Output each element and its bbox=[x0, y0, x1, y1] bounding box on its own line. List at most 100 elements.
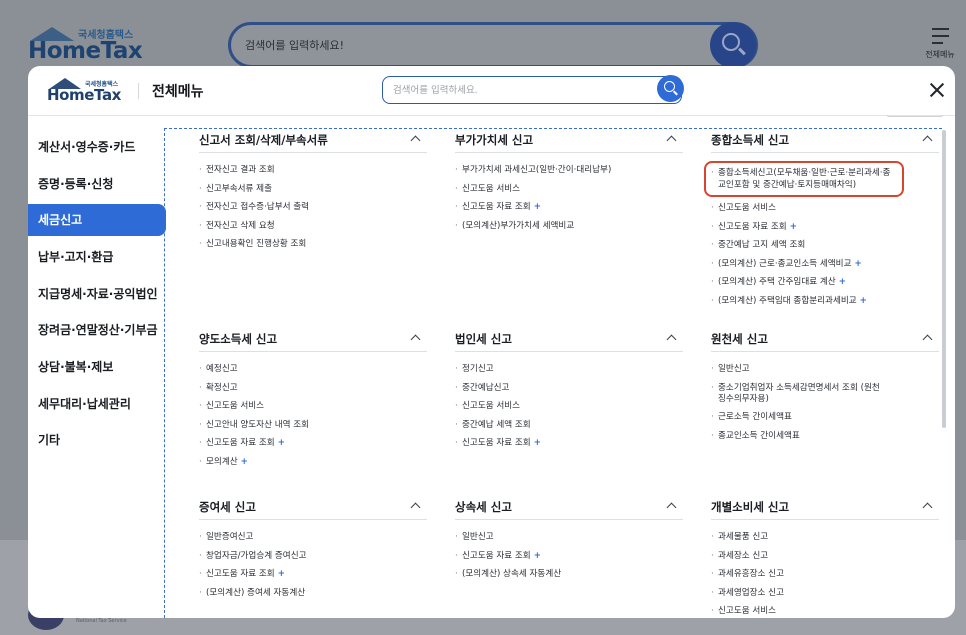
menu-link[interactable]: 신고내용확인 진행상황 조회 bbox=[199, 239, 427, 250]
menu-link[interactable]: 전자신고 접수증·납부서 출력 bbox=[199, 202, 427, 213]
menu-link[interactable]: 과세장소 신고 bbox=[711, 551, 939, 562]
sidebar-item-consult-appeal-report[interactable]: 상담·불복·제보 bbox=[28, 351, 166, 383]
section-title: 상속세 신고 bbox=[455, 500, 512, 514]
hometax-logo[interactable]: 국세청홈택스 HomeTax bbox=[47, 78, 147, 106]
sidebar-item-invoice-receipt-card[interactable]: 계산서·영수증·카드 bbox=[28, 131, 166, 163]
section-withholding-tax: 원천세 신고 일반신고 중소기업취업자 소득세감면명세서 조회 (원천징수의무자… bbox=[711, 328, 939, 449]
sidebar-item-payment-statement-data[interactable]: 지급명세·자료·공익법인 bbox=[28, 278, 166, 310]
menu-link[interactable]: 중간예납신고 bbox=[455, 383, 683, 394]
section-title: 원천세 신고 bbox=[711, 332, 768, 346]
menu-link[interactable]: 확정신고 bbox=[199, 383, 427, 394]
menu-link[interactable]: 종교인소득 간이세액표 bbox=[711, 431, 939, 442]
sidebar-item-certificate-registration[interactable]: 증명·등록·신청 bbox=[28, 168, 166, 200]
menu-link[interactable]: 창업자금/가업승계 증여신고 bbox=[199, 551, 427, 562]
plus-icon[interactable]: + bbox=[534, 551, 541, 561]
menu-link[interactable]: (모의계산) 상속세 자동계산 bbox=[455, 569, 683, 580]
menu-link[interactable]: 전자신고 결과 조회 bbox=[199, 165, 427, 176]
menu-link[interactable]: 정기신고 bbox=[455, 364, 683, 375]
menu-link[interactable]: 일반신고 bbox=[455, 532, 683, 543]
menu-link[interactable]: (모의계산) 주택 간주임대료 계산+ bbox=[711, 277, 939, 288]
plus-icon[interactable]: + bbox=[278, 438, 285, 448]
collapsed-header-button bbox=[887, 115, 943, 117]
menu-link[interactable]: 일반증여신고 bbox=[199, 532, 427, 543]
plus-icon[interactable]: + bbox=[839, 277, 846, 287]
chevron-up-icon[interactable] bbox=[922, 502, 933, 513]
plus-icon[interactable]: + bbox=[534, 202, 541, 212]
sidebar-item-incentive-yearend-donation[interactable]: 장려금·연말정산·기부금 bbox=[28, 314, 166, 346]
menu-link[interactable]: 신고도움 서비스 bbox=[199, 401, 427, 412]
chevron-up-icon[interactable] bbox=[410, 334, 421, 345]
menu-link[interactable]: 신고도움 자료 조회+ bbox=[711, 222, 939, 233]
menu-link[interactable]: 중간예납 세액 조회 bbox=[455, 420, 683, 431]
chevron-up-icon[interactable] bbox=[410, 502, 421, 513]
plus-icon[interactable]: + bbox=[534, 438, 541, 448]
search-icon bbox=[722, 33, 740, 51]
menu-link[interactable]: 과세유흥장소 신고 bbox=[711, 569, 939, 580]
section-title: 부가가치세 신고 bbox=[455, 133, 534, 147]
menu-link[interactable]: (모의계산) 주택임대 종합분리과세비교+ bbox=[711, 296, 939, 307]
menu-link[interactable]: 일반신고 bbox=[711, 364, 939, 375]
background-search-button bbox=[710, 22, 756, 68]
menu-link[interactable]: 신고도움 서비스 bbox=[711, 203, 939, 214]
menu-link[interactable]: 신고부속서류 제출 bbox=[199, 184, 427, 195]
chevron-up-icon[interactable] bbox=[666, 135, 677, 146]
menu-link[interactable]: 신고도움 서비스 bbox=[711, 606, 939, 617]
all-menu-modal: 국세청홈택스 HomeTax 전체메뉴 계산서·영수증·카드 증명·등록·신청 … bbox=[28, 66, 955, 618]
menu-link[interactable]: 중간예납 고지 세액 조회 bbox=[711, 240, 939, 251]
menu-link[interactable]: 신고도움 자료 조회+ bbox=[199, 438, 427, 449]
section-corporate-tax: 법인세 신고 정기신고 중간예납신고 신고도움 서비스 중간예납 세액 조회 신… bbox=[455, 328, 683, 457]
background-search-input: 검색어를 입력하세요! bbox=[228, 22, 758, 68]
menu-link[interactable]: 신고도움 서비스 bbox=[455, 401, 683, 412]
chevron-up-icon[interactable] bbox=[666, 334, 677, 345]
plus-icon[interactable]: + bbox=[860, 296, 867, 306]
chevron-up-icon[interactable] bbox=[410, 135, 421, 146]
plus-icon[interactable]: + bbox=[790, 222, 797, 232]
menu-link[interactable]: 과세영업장소 신고 bbox=[711, 588, 939, 599]
sidebar-item-tax-agent-management[interactable]: 세무대리·납세관리 bbox=[28, 388, 166, 420]
menu-link[interactable]: 신고도움 자료 조회+ bbox=[455, 551, 683, 562]
sidebar: 계산서·영수증·카드 증명·등록·신청 세금신고 납부·고지·환급 지급명세·자… bbox=[28, 117, 166, 618]
menu-link[interactable]: 신고도움 자료 조회+ bbox=[455, 438, 683, 449]
plus-icon[interactable]: + bbox=[855, 259, 862, 269]
sidebar-item-payment-notice-refund[interactable]: 납부·고지·환급 bbox=[28, 241, 166, 273]
section-vat: 부가가치세 신고 부가가치세 과세신고(일반·간이·대리납부) 신고도움 서비스… bbox=[455, 129, 683, 239]
scrollbar-thumb[interactable] bbox=[942, 130, 946, 428]
background-footer-text: National Tax Service bbox=[76, 618, 127, 624]
modal-header: 국세청홈택스 HomeTax 전체메뉴 bbox=[28, 66, 955, 116]
section-filing-inquiry: 신고서 조회/삭제/부속서류 전자신고 결과 조회 신고부속서류 제출 전자신고… bbox=[199, 129, 427, 258]
chevron-up-icon[interactable] bbox=[666, 502, 677, 513]
menu-link[interactable]: (모의계산) 근로·종교인소득 세액비교+ bbox=[711, 259, 939, 270]
menu-link[interactable]: (모의계산) 증여세 자동계산 bbox=[199, 588, 427, 599]
menu-link[interactable]: 신고도움 서비스 bbox=[455, 184, 683, 195]
chevron-up-icon[interactable] bbox=[922, 334, 933, 345]
menu-link[interactable]: 신고도움 자료 조회+ bbox=[455, 202, 683, 213]
menu-link[interactable]: (모의계산)부가가치세 세액비교 bbox=[455, 221, 683, 232]
sidebar-item-etc[interactable]: 기타 bbox=[28, 424, 166, 456]
menu-link[interactable]: 중소기업취업자 소득세감면명세서 조회 (원천징수의무자용) bbox=[711, 383, 881, 405]
background-search-placeholder: 검색어를 입력하세요! bbox=[245, 39, 344, 52]
menu-link[interactable]: 모의계산+ bbox=[199, 457, 427, 468]
hamburger-icon bbox=[931, 28, 949, 30]
section-title: 양도소득세 신고 bbox=[199, 332, 278, 346]
section-inheritance-tax: 상속세 신고 일반신고 신고도움 자료 조회+ (모의계산) 상속세 자동계산 bbox=[455, 496, 683, 588]
section-title: 법인세 신고 bbox=[455, 332, 512, 346]
section-excise-tax: 개별소비세 신고 과세물품 신고 과세장소 신고 과세유흥장소 신고 과세영업장… bbox=[711, 496, 939, 618]
modal-search-button[interactable] bbox=[657, 75, 684, 102]
menu-link[interactable]: 부가가치세 과세신고(일반·간이·대리납부) bbox=[455, 165, 683, 176]
sidebar-item-tax-filing[interactable]: 세금신고 bbox=[28, 204, 166, 236]
menu-link[interactable]: 예정신고 bbox=[199, 364, 427, 375]
menu-link[interactable]: 신고도움 자료 조회+ bbox=[199, 569, 427, 580]
menu-link[interactable]: 근로소득 간이세액표 bbox=[711, 412, 939, 423]
plus-icon[interactable]: + bbox=[241, 457, 248, 467]
close-icon[interactable] bbox=[927, 80, 947, 100]
menu-link[interactable]: 신고안내 양도자산 내역 조회 bbox=[199, 420, 427, 431]
menu-link-highlighted[interactable]: 종합소득세신고(모두채움·일반·근로·분리과세·종교인포함 및 중간예납·토지등… bbox=[704, 161, 904, 197]
menu-link[interactable]: 과세물품 신고 bbox=[711, 532, 939, 543]
menu-content-area: 신고서 조회/삭제/부속서류 전자신고 결과 조회 신고부속서류 제출 전자신고… bbox=[164, 128, 942, 618]
section-title: 신고서 조회/삭제/부속서류 bbox=[199, 133, 328, 147]
menu-link[interactable]: 전자신고 삭제 요청 bbox=[199, 221, 427, 232]
plus-icon[interactable]: + bbox=[278, 569, 285, 579]
modal-search-input[interactable] bbox=[393, 81, 653, 99]
chevron-up-icon[interactable] bbox=[922, 135, 933, 146]
section-title: 개별소비세 신고 bbox=[711, 500, 790, 514]
